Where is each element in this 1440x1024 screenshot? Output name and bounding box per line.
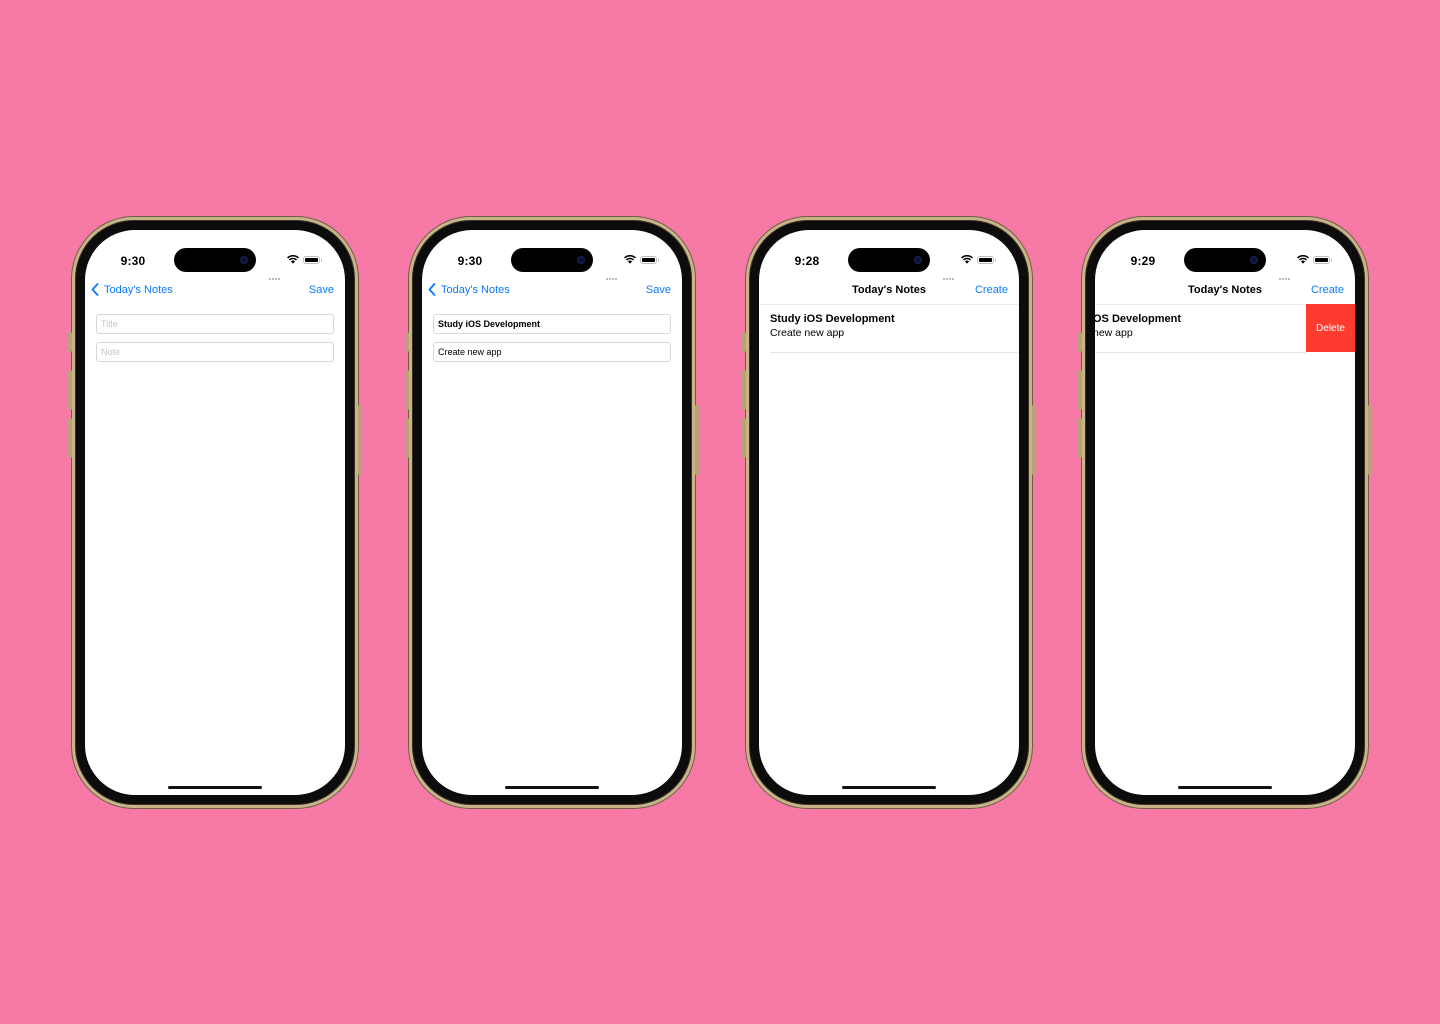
list-item-text: OS Development new app xyxy=(1095,312,1181,352)
status-indicators xyxy=(1279,255,1333,280)
phone-screen: 9:29 Today's Notes Create OS Development… xyxy=(1095,230,1355,795)
wifi-icon xyxy=(287,255,299,264)
note-body: new app xyxy=(1095,327,1133,339)
power-button xyxy=(1032,405,1036,475)
signal-icon xyxy=(269,262,283,280)
signal-icon xyxy=(1279,262,1293,280)
volume-down-button xyxy=(742,418,746,458)
volume-up-button xyxy=(742,370,746,410)
status-time: 9:30 xyxy=(120,254,146,268)
dynamic-island xyxy=(1184,248,1266,272)
signal-icon xyxy=(606,262,620,280)
battery-icon xyxy=(640,256,659,264)
status-time: 9:30 xyxy=(457,254,483,268)
status-indicators xyxy=(269,255,323,280)
list-item-content: OS Development new app xyxy=(1095,312,1181,352)
back-button[interactable]: Today's Notes xyxy=(91,283,173,296)
save-button[interactable]: Save xyxy=(646,284,671,296)
nav-divider xyxy=(759,304,1019,305)
phone-frame: 9:30 Today's Notes Save Title Note xyxy=(68,217,362,808)
navigation-bar: Today's Notes Save xyxy=(85,283,345,301)
wifi-icon xyxy=(624,255,636,264)
chevron-left-icon xyxy=(428,283,436,296)
side-button xyxy=(1078,332,1082,352)
home-indicator xyxy=(842,786,936,789)
navigation-bar: Today's Notes Create xyxy=(759,283,1019,301)
volume-down-button xyxy=(1078,418,1082,458)
back-button-label: Today's Notes xyxy=(104,283,173,296)
note-title: Study iOS Development xyxy=(770,313,895,325)
note-title: OS Development xyxy=(1095,313,1182,325)
navigation-bar: Today's Notes Create xyxy=(1095,283,1355,301)
battery-icon xyxy=(977,256,996,264)
volume-up-button xyxy=(68,370,72,410)
dynamic-island xyxy=(848,248,930,272)
power-button xyxy=(695,405,699,475)
phone-screen: 9:30 Today's Notes Save Title Note xyxy=(85,230,345,795)
signal-icon xyxy=(943,262,957,280)
dynamic-island xyxy=(174,248,256,272)
home-indicator xyxy=(505,786,599,789)
list-item[interactable]: Study iOS Development Create new app xyxy=(770,312,1019,352)
list-item[interactable]: OS Development new app Delete xyxy=(1095,304,1355,352)
battery-icon xyxy=(1313,256,1332,264)
status-indicators xyxy=(943,255,997,280)
chevron-left-icon xyxy=(91,283,99,296)
phone-screen: 9:30 Today's Notes Save Study iOS Develo… xyxy=(422,230,682,795)
navigation-bar: Today's Notes Save xyxy=(422,283,682,301)
row-divider xyxy=(1095,352,1306,353)
phone-frame: 9:30 Today's Notes Save Study iOS Develo… xyxy=(405,217,699,808)
title-field[interactable]: Study iOS Development xyxy=(433,314,671,334)
status-indicators xyxy=(606,255,660,280)
home-indicator xyxy=(1178,786,1272,789)
status-time: 9:28 xyxy=(794,254,820,268)
home-indicator xyxy=(168,786,262,789)
volume-down-button xyxy=(405,418,409,458)
row-divider xyxy=(770,352,1019,353)
side-button xyxy=(68,332,72,352)
power-button xyxy=(358,405,362,475)
wifi-icon xyxy=(961,255,973,264)
volume-up-button xyxy=(1078,370,1082,410)
save-button[interactable]: Save xyxy=(309,284,334,296)
create-button[interactable]: Create xyxy=(1311,284,1344,296)
note-body: Create new app xyxy=(770,327,845,339)
side-button xyxy=(742,332,746,352)
status-time: 9:29 xyxy=(1130,254,1156,268)
back-button[interactable]: Today's Notes xyxy=(428,283,510,296)
wifi-icon xyxy=(1297,255,1309,264)
volume-up-button xyxy=(405,370,409,410)
back-button-label: Today's Notes xyxy=(441,283,510,296)
delete-button[interactable]: Delete xyxy=(1306,304,1355,352)
phone-frame: 9:29 Today's Notes Create OS Development… xyxy=(1078,217,1372,808)
volume-down-button xyxy=(68,418,72,458)
note-field[interactable]: Create new app xyxy=(433,342,671,362)
phone-frame: 9:28 Today's Notes Create Study iOS Deve… xyxy=(742,217,1036,808)
dynamic-island xyxy=(511,248,593,272)
note-field[interactable]: Note xyxy=(96,342,334,362)
create-button[interactable]: Create xyxy=(975,284,1008,296)
title-field[interactable]: Title xyxy=(96,314,334,334)
power-button xyxy=(1368,405,1372,475)
side-button xyxy=(405,332,409,352)
phone-screen: 9:28 Today's Notes Create Study iOS Deve… xyxy=(759,230,1019,795)
battery-icon xyxy=(303,256,322,264)
